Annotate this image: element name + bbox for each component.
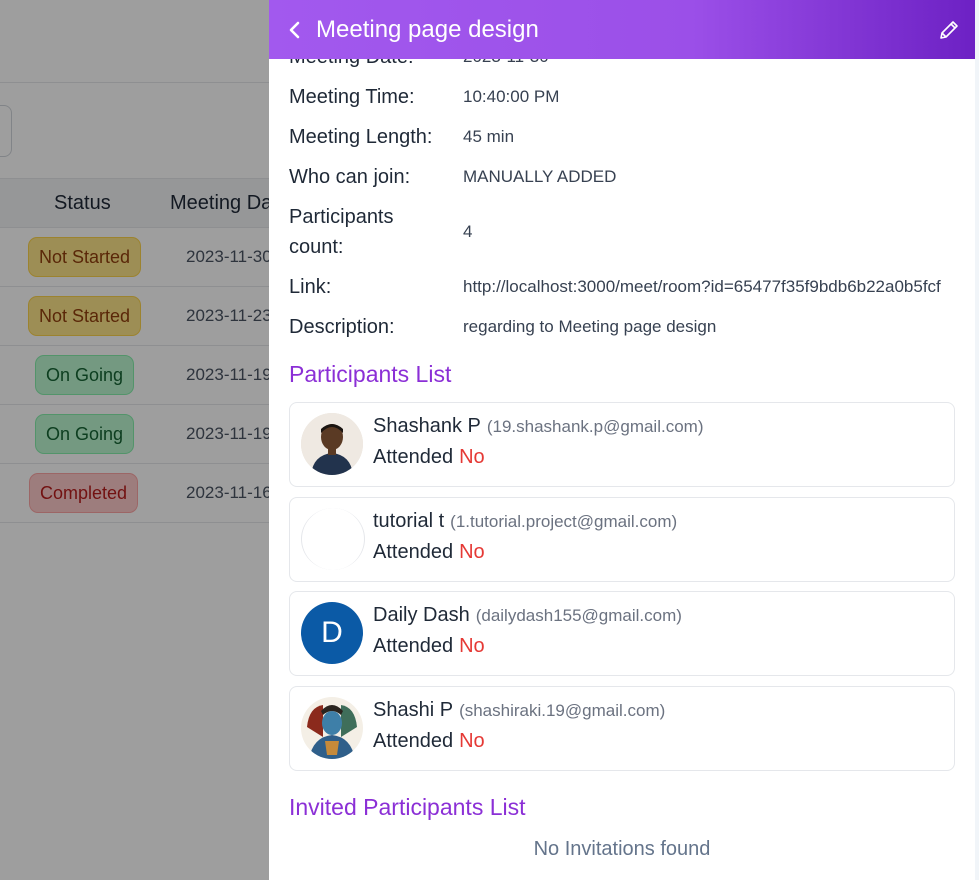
drawer-body[interactable]: Meeting Date: 2023-11-30 Meeting Time: 1… bbox=[269, 0, 975, 880]
meeting-time-value: 10:40:00 PM bbox=[463, 87, 560, 106]
back-button[interactable] bbox=[279, 14, 311, 46]
participant-name: Shashank P (19.shashank.p@gmail.com) bbox=[373, 415, 704, 438]
attended-value: No bbox=[459, 730, 485, 752]
attended-value: No bbox=[459, 635, 485, 657]
participants-list-title: Participants List bbox=[289, 361, 452, 387]
attended-value: No bbox=[459, 446, 485, 468]
description-label: Description: bbox=[289, 316, 395, 338]
participant-name: tutorial t (1.tutorial.project@gmail.com) bbox=[373, 510, 677, 533]
attendance-status: Attended No bbox=[373, 446, 485, 469]
meeting-details-drawer: Meeting Date: 2023-11-30 Meeting Time: 1… bbox=[269, 0, 975, 880]
attended-label: Attended bbox=[373, 446, 454, 468]
who-can-join-label: Who can join: bbox=[289, 166, 411, 188]
avatar bbox=[301, 697, 363, 759]
drawer-title: Meeting page design bbox=[316, 16, 539, 43]
attended-value: No bbox=[459, 541, 485, 563]
participant-name-text: Daily Dash bbox=[373, 604, 470, 626]
meeting-length-label: Meeting Length: bbox=[289, 126, 433, 148]
attended-label: Attended bbox=[373, 635, 454, 657]
attended-label: Attended bbox=[373, 730, 454, 752]
participant-email: (19.shashank.p@gmail.com) bbox=[486, 417, 704, 436]
attendance-status: Attended No bbox=[373, 541, 485, 564]
edit-button[interactable] bbox=[933, 14, 965, 46]
participant-name: Daily Dash (dailydash155@gmail.com) bbox=[373, 604, 682, 627]
link-label: Link: bbox=[289, 276, 332, 298]
meeting-length-value: 45 min bbox=[463, 127, 515, 146]
participant-email: (shashiraki.19@gmail.com) bbox=[459, 701, 666, 720]
attendance-status: Attended No bbox=[373, 635, 485, 658]
drawer-header: Meeting page design bbox=[269, 0, 975, 59]
participant-email: (dailydash155@gmail.com) bbox=[475, 606, 682, 625]
pencil-icon bbox=[940, 21, 958, 39]
participant-card: Shashank P (19.shashank.p@gmail.com) Atte… bbox=[289, 402, 955, 487]
attendance-status: Attended No bbox=[373, 730, 485, 753]
participant-name-text: Shashi P bbox=[373, 699, 454, 721]
avatar: D bbox=[301, 602, 363, 664]
no-invitations-message: No Invitations found bbox=[533, 838, 711, 860]
participants-count-label: Participants count: bbox=[289, 206, 394, 258]
participant-card: tutorial t (1.tutorial.project@gmail.com)… bbox=[289, 497, 955, 582]
participant-name-text: Shashank P bbox=[373, 415, 481, 437]
participants-count-value: 4 bbox=[463, 222, 473, 241]
avatar-initial: D bbox=[321, 616, 343, 649]
participant-email: (1.tutorial.project@gmail.com) bbox=[450, 512, 678, 531]
participant-name-text: tutorial t bbox=[373, 510, 445, 532]
avatar bbox=[301, 508, 365, 570]
attended-label: Attended bbox=[373, 541, 454, 563]
avatar bbox=[301, 413, 363, 475]
chevron-left-icon bbox=[289, 21, 300, 39]
meeting-link[interactable]: http://localhost:3000/meet/room?id=65477… bbox=[463, 272, 941, 302]
description-value: regarding to Meeting page design bbox=[463, 317, 717, 336]
participant-card: D Daily Dash (dailydash155@gmail.com) Att… bbox=[289, 591, 955, 676]
drawer-scrollbar[interactable] bbox=[975, 0, 979, 880]
meeting-time-label: Meeting Time: bbox=[289, 86, 415, 108]
invited-participants-title: Invited Participants List bbox=[289, 794, 526, 820]
participant-name: Shashi P (shashiraki.19@gmail.com) bbox=[373, 699, 665, 722]
who-can-join-value: MANUALLY ADDED bbox=[463, 167, 617, 186]
participant-card: Shashi P (shashiraki.19@gmail.com) Attend… bbox=[289, 686, 955, 771]
